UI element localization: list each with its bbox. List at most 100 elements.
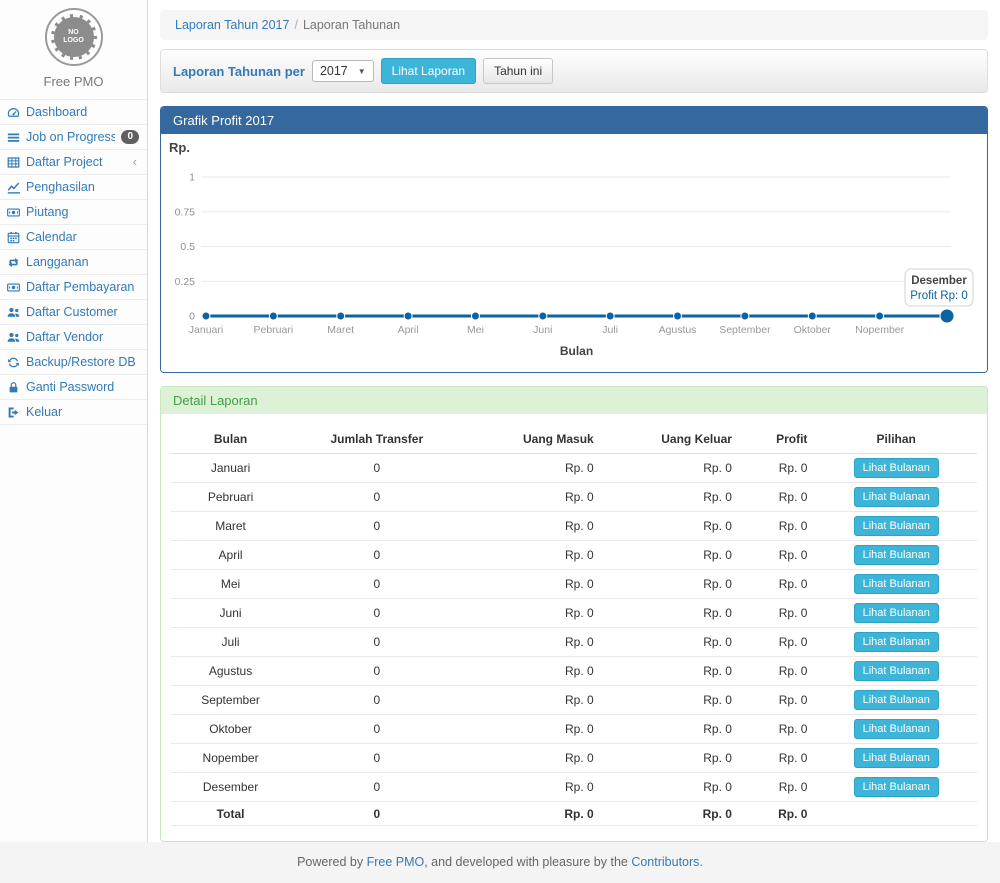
row-action-cell: Lihat Bulanan: [815, 512, 977, 541]
column-header-pilihan: Pilihan: [815, 426, 977, 454]
sidebar-item-label: Backup/Restore DB: [26, 355, 139, 369]
lihat-bulanan-button[interactable]: Lihat Bulanan: [854, 719, 939, 739]
data-point: [471, 312, 479, 320]
sidebar-item-dashboard[interactable]: Dashboard: [0, 100, 147, 125]
row-bulan: Juni: [171, 599, 290, 628]
money-icon: [7, 281, 20, 294]
breadcrumb: Laporan Tahun 2017/Laporan Tahunan: [160, 10, 988, 40]
lihat-bulanan-button[interactable]: Lihat Bulanan: [854, 632, 939, 652]
contributors-link[interactable]: Contributors: [631, 855, 699, 869]
total-label: Total: [171, 802, 290, 826]
row-bulan: April: [171, 541, 290, 570]
sidebar-item-calendar[interactable]: Calendar: [0, 225, 147, 250]
row-profit: Rp. 0: [740, 512, 816, 541]
row-transfer: 0: [290, 715, 463, 744]
row-profit: Rp. 0: [740, 628, 816, 657]
row-transfer: 0: [290, 773, 463, 802]
row-action-cell: Lihat Bulanan: [815, 715, 977, 744]
money-icon: [7, 206, 20, 219]
chevron-down-icon: ▼: [358, 67, 366, 76]
sidebar-item-daftar-project[interactable]: Daftar Project‹: [0, 150, 147, 175]
column-header-uang-masuk: Uang Masuk: [463, 426, 601, 454]
sidebar-item-backup-restore-db[interactable]: Backup/Restore DB: [0, 350, 147, 375]
lihat-bulanan-button[interactable]: Lihat Bulanan: [854, 777, 939, 797]
lihat-bulanan-button[interactable]: Lihat Bulanan: [854, 516, 939, 536]
lihat-bulanan-button[interactable]: Lihat Bulanan: [854, 603, 939, 623]
sidebar-item-daftar-customer[interactable]: Daftar Customer: [0, 300, 147, 325]
column-header-profit: Profit: [740, 426, 816, 454]
x-tick-label: Oktober: [794, 324, 832, 336]
sidebar-item-label: Daftar Vendor: [26, 330, 139, 344]
tasks-icon: [7, 131, 20, 144]
breadcrumb-link-laporan-tahun[interactable]: Laporan Tahun 2017: [175, 18, 289, 32]
sidebar-item-label: Ganti Password: [26, 380, 139, 394]
sidebar-item-piutang[interactable]: Piutang: [0, 200, 147, 225]
sidebar-item-label: Daftar Project: [26, 155, 127, 169]
main-content: Laporan Tahun 2017/Laporan Tahunan Lapor…: [148, 0, 1000, 842]
table-row: Juli0Rp. 0Rp. 0Rp. 0Lihat Bulanan: [171, 628, 977, 657]
lihat-bulanan-button[interactable]: Lihat Bulanan: [854, 748, 939, 768]
report-table: Bulan Jumlah Transfer Uang Masuk Uang Ke…: [171, 426, 977, 826]
sidebar-item-label: Job on Progress: [26, 130, 115, 144]
sidebar-item-penghasilan[interactable]: Penghasilan: [0, 175, 147, 200]
sidebar-item-keluar[interactable]: Keluar: [0, 400, 147, 425]
retweet-icon: [7, 256, 20, 269]
total-profit: Rp. 0: [740, 802, 816, 826]
sidebar-item-langganan[interactable]: Langganan: [0, 250, 147, 275]
row-transfer: 0: [290, 570, 463, 599]
row-bulan: Pebruari: [171, 483, 290, 512]
row-profit: Rp. 0: [740, 715, 816, 744]
total-transfer: 0: [290, 802, 463, 826]
lihat-bulanan-button[interactable]: Lihat Bulanan: [854, 458, 939, 478]
lihat-bulanan-button[interactable]: Lihat Bulanan: [854, 661, 939, 681]
row-profit: Rp. 0: [740, 744, 816, 773]
free-pmo-link[interactable]: Free PMO: [367, 855, 425, 869]
sidebar-item-job-on-progress[interactable]: Job on Progress0: [0, 125, 147, 150]
data-point: [606, 312, 614, 320]
tahun-ini-button[interactable]: Tahun ini: [483, 58, 553, 84]
lihat-bulanan-button[interactable]: Lihat Bulanan: [854, 545, 939, 565]
row-bulan: Desember: [171, 773, 290, 802]
footer-text-middle: , and developed with pleasure by the: [424, 855, 631, 869]
sidebar-nav: DashboardJob on Progress0Daftar Project‹…: [0, 99, 147, 425]
table-row: Agustus0Rp. 0Rp. 0Rp. 0Lihat Bulanan: [171, 657, 977, 686]
sidebar-item-daftar-pembayaran[interactable]: Daftar Pembayaran: [0, 275, 147, 300]
detail-report-panel: Detail Laporan Bulan Jumlah Transfer Uan…: [160, 386, 988, 842]
row-action-cell: Lihat Bulanan: [815, 744, 977, 773]
logo-box: NO LOGO Free PMO: [0, 0, 147, 99]
sidebar-item-label: Langganan: [26, 255, 139, 269]
row-action-cell: Lihat Bulanan: [815, 773, 977, 802]
lihat-bulanan-button[interactable]: Lihat Bulanan: [854, 574, 939, 594]
footer-text-prefix: Powered by: [297, 855, 366, 869]
report-table-head: Bulan Jumlah Transfer Uang Masuk Uang Ke…: [171, 426, 977, 454]
y-tick-label: 1: [189, 172, 195, 184]
refresh-icon: [7, 356, 20, 369]
row-masuk: Rp. 0: [463, 570, 601, 599]
table-row: Desember0Rp. 0Rp. 0Rp. 0Lihat Bulanan: [171, 773, 977, 802]
row-action-cell: Lihat Bulanan: [815, 599, 977, 628]
footer-text-suffix: .: [699, 855, 702, 869]
sidebar-item-ganti-password[interactable]: Ganti Password: [0, 375, 147, 400]
row-transfer: 0: [290, 512, 463, 541]
chart-x-axis-label: Bulan: [560, 344, 593, 358]
lihat-bulanan-button[interactable]: Lihat Bulanan: [854, 690, 939, 710]
row-bulan: September: [171, 686, 290, 715]
report-filter-bar: Laporan Tahunan per 2017 ▼ Lihat Laporan…: [160, 49, 988, 93]
row-masuk: Rp. 0: [463, 657, 601, 686]
year-select[interactable]: 2017 ▼: [312, 60, 374, 82]
lihat-laporan-button[interactable]: Lihat Laporan: [381, 58, 476, 84]
row-action-cell: Lihat Bulanan: [815, 570, 977, 599]
lihat-bulanan-button[interactable]: Lihat Bulanan: [854, 487, 939, 507]
column-header-bulan: Bulan: [171, 426, 290, 454]
row-transfer: 0: [290, 454, 463, 483]
x-tick-label: Mei: [467, 324, 484, 336]
x-tick-label: Juli: [602, 324, 618, 336]
profit-chart-panel: Grafik Profit 2017 Rp.00.250.50.751Janua…: [160, 106, 988, 373]
row-bulan: Juli: [171, 628, 290, 657]
row-action-cell: Lihat Bulanan: [815, 686, 977, 715]
sidebar-item-daftar-vendor[interactable]: Daftar Vendor: [0, 325, 147, 350]
table-row: Juni0Rp. 0Rp. 0Rp. 0Lihat Bulanan: [171, 599, 977, 628]
row-keluar: Rp. 0: [602, 454, 740, 483]
app-logo: NO LOGO: [45, 8, 103, 66]
row-action-cell: Lihat Bulanan: [815, 657, 977, 686]
